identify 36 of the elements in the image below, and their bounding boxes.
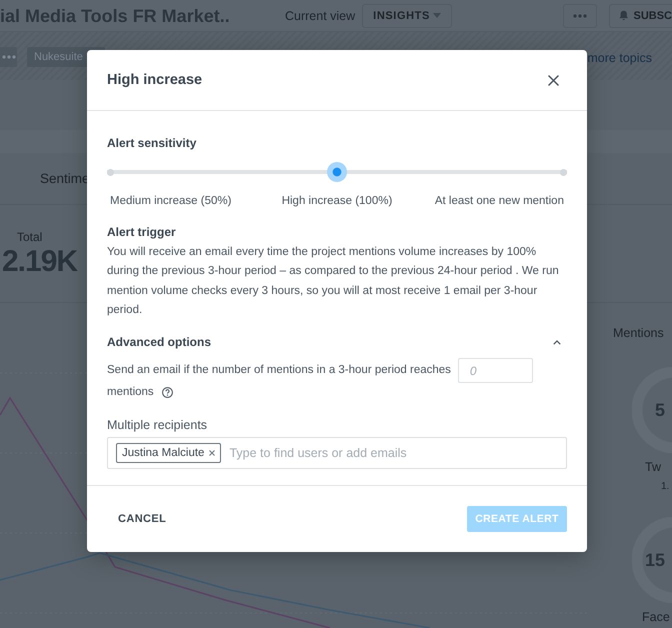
slider-label: Medium increase (50%) [109,194,232,209]
threshold-input[interactable]: 0 [458,358,533,384]
subscribe-button[interactable]: SUBSC [609,4,672,28]
trigger-description: You will receive an email every time the project mentions volume increases by 100% during the previous 3-hour period – as compared to the previous 24-hour period . We run mention volume checks every 3 hours, so you will at most receive 1 email per 3-hour period. [107,245,560,318]
slider-label: At least one new mention [434,194,565,209]
help-icon[interactable] [162,387,173,398]
view-dropdown[interactable]: INSIGHTS [362,4,452,28]
slider-label: High increase (100%) [280,194,394,209]
cancel-button[interactable]: CANCEL [107,506,178,532]
stat-label: Total [17,229,42,245]
remove-icon[interactable] [209,450,216,456]
section-heading: Alert trigger [107,224,177,240]
section-heading: Advanced options [107,334,212,350]
source-name: Tw [645,459,662,475]
slider-stop-icon [560,168,567,176]
caret-icon [433,13,442,18]
slider-stop-icon [107,168,114,176]
source-detail: 1. [661,480,670,493]
close-icon [548,74,558,86]
dots-icon [573,14,587,18]
chevron-up-icon [553,340,561,345]
section-heading: Alert sensitivity [107,135,198,151]
dialog-title: High increase [107,72,202,88]
slider-thumb[interactable] [327,162,347,182]
unit-text: mentions [107,385,154,400]
recipient-field[interactable]: Justina Malciute Type to find users or add emails [107,437,567,470]
recipient-chip[interactable]: Justina Malciute [116,443,222,464]
field-label: Multiple recipients [107,417,208,434]
more-topics-link[interactable]: more topics [587,50,652,66]
view-label: Current view [285,8,356,22]
navigation-tab[interactable]: Sentime [40,153,90,204]
dots-icon [2,55,16,59]
bell-icon [619,10,628,21]
source-name: Face [642,609,671,625]
threshold-text: Send an email if the number of mentions in a 3-hour period reaches [107,363,451,378]
panel-title: Mentions [613,325,665,341]
